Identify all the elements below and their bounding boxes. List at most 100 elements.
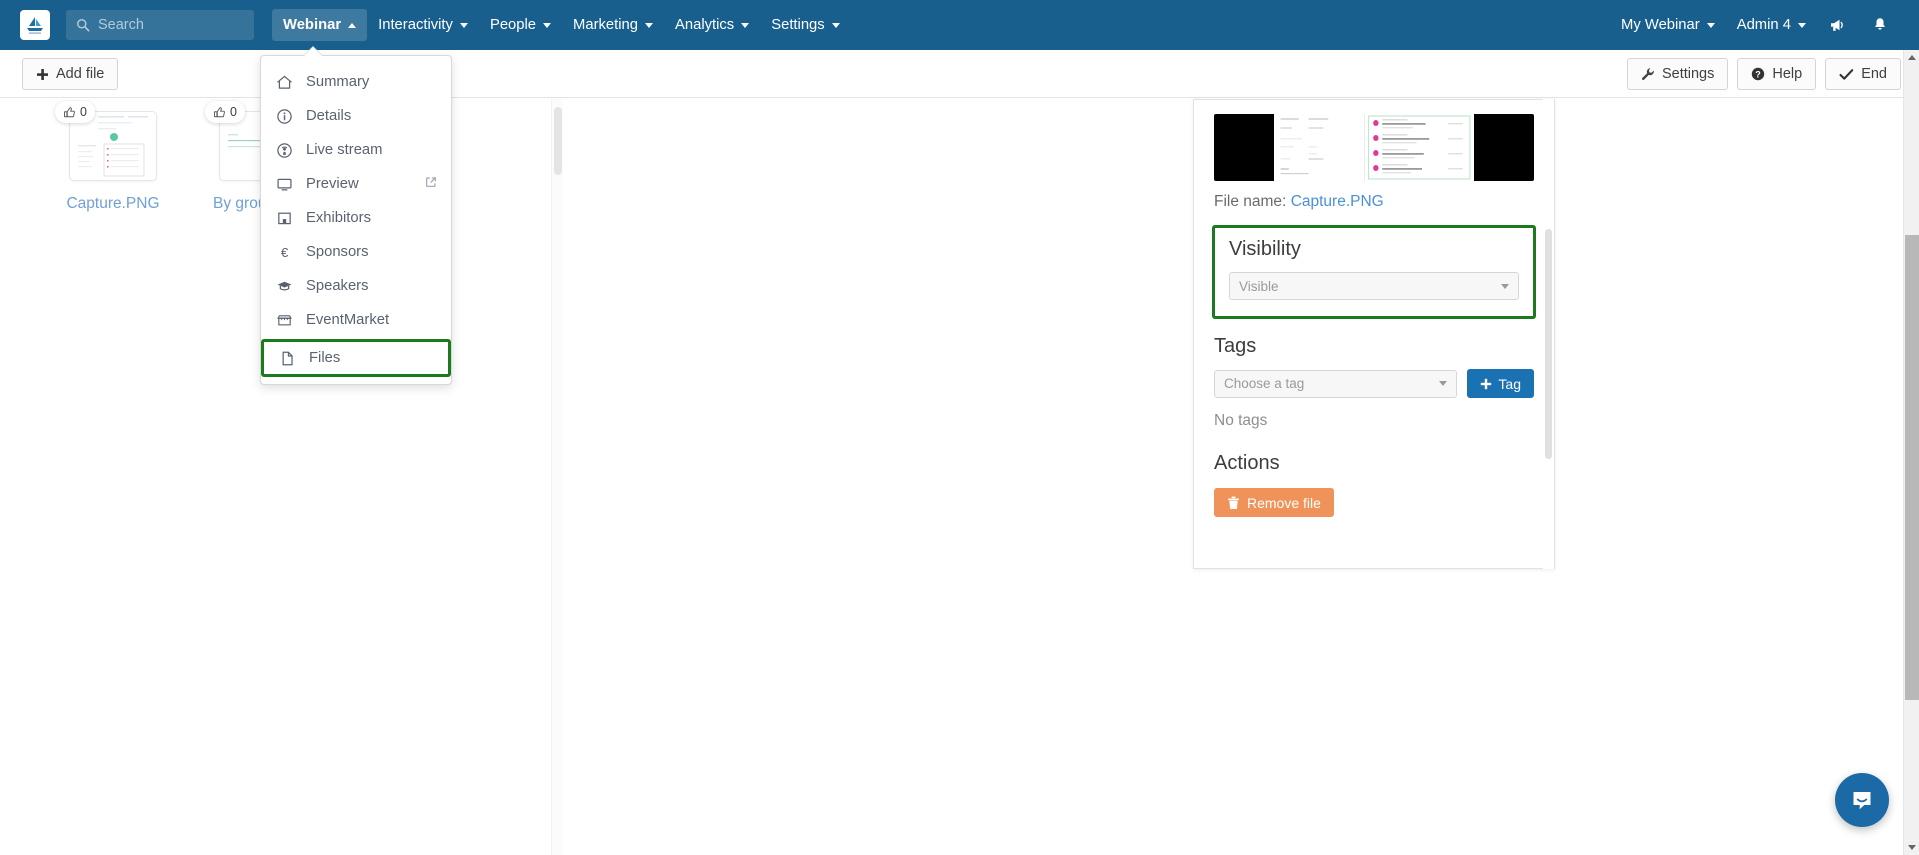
preview-list-pane: [1364, 114, 1474, 181]
dropdown-item-exhibitors[interactable]: Exhibitors: [261, 201, 451, 235]
end-button[interactable]: End: [1825, 58, 1901, 90]
chevron-down-icon: [1798, 22, 1806, 28]
preview-list-image: [1365, 114, 1474, 181]
chat-bubble-icon: [1853, 792, 1871, 810]
dropdown-item-live-stream[interactable]: Live stream: [261, 133, 451, 167]
visibility-select[interactable]: Visible: [1229, 272, 1519, 300]
dropdown-item-label: Sponsors: [306, 244, 369, 260]
app-logo[interactable]: [20, 10, 50, 40]
nav-item-analytics[interactable]: Analytics: [664, 9, 760, 41]
chevron-down-icon: [831, 22, 840, 28]
monitor-icon: [275, 175, 294, 194]
euro-icon: €: [275, 243, 294, 262]
file-name-label[interactable]: Capture.PNG: [58, 193, 168, 214]
info-circle-icon: [275, 107, 294, 126]
file-icon: [278, 349, 297, 368]
thumbs-up-icon: [214, 106, 225, 117]
help-button[interactable]: ? Help: [1737, 58, 1817, 90]
dropdown-item-label: Files: [309, 350, 341, 366]
bell-icon: [1875, 18, 1885, 30]
announcements-button[interactable]: [1817, 16, 1859, 34]
file-like-count: 0: [230, 105, 237, 119]
visibility-title: Visibility: [1229, 238, 1301, 260]
dropdown-item-label: Summary: [306, 74, 370, 90]
file-name-link[interactable]: Capture.PNG: [1291, 193, 1384, 210]
dropdown-item-label: Preview: [306, 176, 359, 192]
nav-item-webinar[interactable]: Webinar: [272, 9, 368, 41]
chevron-down-icon: [645, 22, 653, 28]
check-icon: [1839, 68, 1854, 80]
search-input[interactable]: [98, 17, 238, 33]
storefront-icon: [275, 311, 294, 330]
dropdown-item-summary[interactable]: Summary: [261, 65, 451, 99]
settings-button[interactable]: Settings: [1626, 58, 1729, 90]
broadcast-icon: [275, 141, 294, 160]
end-button-label: End: [1861, 66, 1887, 82]
dropdown-item-details[interactable]: Details: [261, 99, 451, 133]
tag-select[interactable]: Choose a tag: [1214, 369, 1458, 398]
add-tag-button[interactable]: Tag: [1467, 369, 1534, 398]
remove-file-button-label: Remove file: [1247, 494, 1321, 511]
toolbar-actions: Settings ? Help End: [1626, 58, 1901, 90]
scroll-down-arrow-icon[interactable]: [1908, 845, 1916, 850]
notifications-button[interactable]: [1859, 16, 1901, 34]
dropdown-item-eventmarket[interactable]: EventMarket: [261, 303, 451, 337]
nav-item-people[interactable]: People: [479, 9, 562, 41]
search-icon: [77, 19, 90, 32]
tags-title: Tags: [1214, 335, 1257, 357]
nav-item-people-label: People: [489, 17, 537, 33]
chevron-up-icon: [348, 22, 357, 28]
nav-item-interactivity[interactable]: Interactivity: [367, 9, 479, 41]
actions-title: Actions: [1214, 452, 1280, 474]
chevron-down-icon: [1706, 22, 1715, 28]
file-preview-strip[interactable]: [1214, 114, 1534, 181]
remove-file-button[interactable]: Remove file: [1214, 488, 1334, 517]
files-area-scrollbar[interactable]: [551, 99, 563, 855]
add-file-label: Add file: [56, 66, 105, 82]
tags-section: Tags Choose a tag Tag No tags: [1214, 335, 1534, 430]
file-name-prefix-label: File name:: [1214, 193, 1287, 210]
nav-item-admin[interactable]: Admin 4: [1726, 9, 1817, 41]
trash-icon: [1228, 496, 1239, 509]
home-icon: [275, 73, 294, 92]
file-card-capture[interactable]: 0 Capture.PNG: [55, 101, 168, 214]
svg-text:€: €: [281, 244, 289, 259]
nav-item-marketing[interactable]: Marketing: [562, 9, 664, 41]
page-scrollbar-thumb[interactable]: [1905, 235, 1919, 700]
top-navbar: Webinar Interactivity People Marketing A…: [0, 0, 1919, 50]
nav-item-analytics-label: Analytics: [675, 17, 735, 33]
settings-button-label: Settings: [1661, 66, 1715, 82]
file-name-row: File name: Capture.PNG: [1214, 193, 1534, 211]
chat-launcher-button[interactable]: [1835, 773, 1889, 827]
add-file-button[interactable]: Add file: [22, 58, 119, 90]
chevron-down-icon: [1439, 381, 1448, 386]
detail-panel-scrollbar[interactable]: [1543, 99, 1554, 569]
nav-item-my-webinar-label: My Webinar: [1621, 17, 1700, 33]
file-like-badge[interactable]: 0: [205, 101, 245, 123]
search-box[interactable]: [66, 10, 254, 40]
files-area-scrollbar-thumb[interactable]: [554, 107, 562, 175]
nav-item-settings[interactable]: Settings: [760, 9, 850, 41]
nav-item-my-webinar[interactable]: My Webinar: [1610, 9, 1726, 41]
dropdown-item-label: Speakers: [306, 278, 369, 294]
svg-text:?: ?: [1756, 69, 1762, 79]
sailboat-logo-icon: [27, 17, 43, 34]
detail-panel-scrollbar-thumb[interactable]: [1545, 229, 1552, 459]
tags-input-row: Choose a tag Tag: [1214, 369, 1534, 398]
chevron-down-icon: [741, 22, 750, 28]
plus-icon: [37, 68, 48, 80]
scroll-up-arrow-icon[interactable]: [1908, 55, 1916, 60]
page-scrollbar[interactable]: [1903, 50, 1919, 855]
preview-letterbox-left: [1214, 114, 1274, 181]
external-link-icon: [425, 176, 437, 192]
dropdown-item-sponsors[interactable]: € Sponsors: [261, 235, 451, 269]
chevron-down-icon: [1501, 283, 1509, 289]
dropdown-item-speakers[interactable]: Speakers: [261, 269, 451, 303]
nav-item-webinar-label: Webinar: [283, 17, 342, 33]
file-like-badge[interactable]: 0: [55, 101, 95, 123]
dropdown-item-files[interactable]: Files: [261, 339, 451, 377]
preview-form-image: [1274, 114, 1365, 181]
dropdown-item-label: Details: [306, 108, 352, 124]
dropdown-item-preview[interactable]: Preview: [261, 167, 451, 201]
chevron-down-icon: [543, 22, 552, 28]
